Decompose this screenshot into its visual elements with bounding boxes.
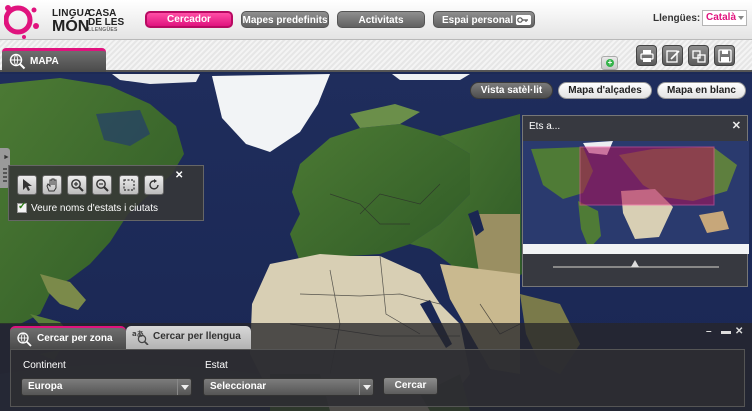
svg-text:aあ: aあ (132, 329, 144, 338)
show-names-label: Veure noms d'estats i ciutats (31, 203, 158, 214)
reset-view-button[interactable] (144, 175, 164, 195)
save-button[interactable] (714, 45, 735, 66)
logo-text-mon: MÓN (52, 18, 90, 35)
globe-search-icon (9, 53, 26, 70)
tab-search-by-zone[interactable]: Cercar per zona (10, 326, 126, 349)
nav-activitats[interactable]: Activitats (337, 11, 425, 28)
language-select[interactable]: Català (702, 10, 747, 26)
edit-icon (666, 50, 680, 63)
language-search-icon: aあ (132, 329, 149, 345)
nav-espai-personal[interactable]: Espai personal (433, 11, 535, 28)
box-select-button[interactable] (119, 175, 139, 195)
view-satellite-button[interactable]: Vista satèl·lit (470, 82, 553, 99)
key-icon (516, 15, 531, 25)
continent-select[interactable]: Europa (21, 378, 192, 396)
overview-panel: Ets a... ✕ (522, 115, 749, 287)
nav-cercador[interactable]: Cercador (145, 11, 233, 28)
nav-espai-personal-label: Espai personal (442, 15, 514, 26)
language-label: Llengües: (653, 13, 701, 24)
zoom-in-icon (71, 179, 84, 192)
logo-mark-icon (4, 5, 39, 39)
language-selected: Català (706, 12, 737, 23)
zoom-slider-thumb[interactable] (631, 260, 639, 267)
state-label: Estat (205, 360, 228, 371)
zoom-out-icon (96, 179, 109, 192)
overview-title: Ets a... (529, 121, 561, 132)
chevron-down-icon (359, 379, 373, 395)
print-button[interactable] (636, 45, 657, 66)
panel-close-icon[interactable]: ✕ (735, 326, 743, 337)
view-relief-button[interactable]: Mapa d'alçades (558, 82, 652, 99)
tab-mapa[interactable]: MAPA (2, 48, 106, 72)
globe-search-icon (17, 332, 32, 347)
panel-maximize-icon[interactable]: ▬ (721, 326, 731, 337)
tab-search-by-language-label: Cercar per llengua (153, 331, 241, 342)
linguamon-logo[interactable]: LINGUA MÓN CASA DE LES LLENGÜES (4, 2, 134, 39)
nav-mapes-predefinits[interactable]: Mapes predefinits (241, 11, 329, 28)
overview-close-icon[interactable]: ✕ (732, 119, 741, 132)
state-value: Seleccionar (210, 381, 267, 392)
zoom-out-button[interactable] (92, 175, 112, 195)
select-tool-button[interactable] (17, 175, 37, 195)
share-icon (692, 50, 706, 63)
chevron-right-icon: ► (3, 154, 10, 161)
share-button[interactable] (688, 45, 709, 66)
tab-search-by-zone-label: Cercar per zona (37, 333, 113, 344)
search-panel: Cercar per zona aあ Cercar per llengua (0, 323, 752, 411)
top-bar: LINGUA MÓN CASA DE LES LLENGÜES Cercador… (0, 0, 752, 40)
pointer-icon (23, 179, 32, 191)
drag-grip-icon (3, 168, 7, 182)
panel-minimize-icon[interactable]: – (706, 326, 712, 337)
edit-button[interactable] (662, 45, 683, 66)
continent-label: Continent (23, 360, 66, 371)
zoom-in-button[interactable] (67, 175, 87, 195)
chevron-down-icon (738, 16, 744, 20)
show-names-checkbox[interactable] (17, 201, 27, 213)
pan-tool-button[interactable] (42, 175, 62, 195)
view-blank-button[interactable]: Mapa en blanc (657, 82, 746, 99)
tab-mapa-label: MAPA (30, 56, 59, 67)
dashed-square-icon (123, 179, 135, 191)
print-icon (640, 50, 654, 62)
map-tool-palette: ✕ Veure noms d'estats i ciutats (8, 165, 204, 221)
state-select[interactable]: Seleccionar (203, 378, 374, 396)
add-tab-button[interactable]: + (601, 56, 618, 70)
overview-minimap[interactable] (523, 141, 749, 254)
refresh-icon (149, 179, 159, 190)
save-icon (718, 49, 732, 63)
chevron-down-icon (177, 379, 191, 395)
hand-icon (46, 178, 57, 192)
continent-value: Europa (28, 381, 63, 392)
plus-icon: + (606, 58, 614, 67)
logo-text-llengues: LLENGÜES (88, 27, 118, 33)
search-button[interactable]: Cercar (383, 377, 438, 395)
tab-search-by-language[interactable]: aあ Cercar per llengua (126, 326, 251, 349)
palette-close-icon[interactable]: ✕ (175, 170, 183, 181)
